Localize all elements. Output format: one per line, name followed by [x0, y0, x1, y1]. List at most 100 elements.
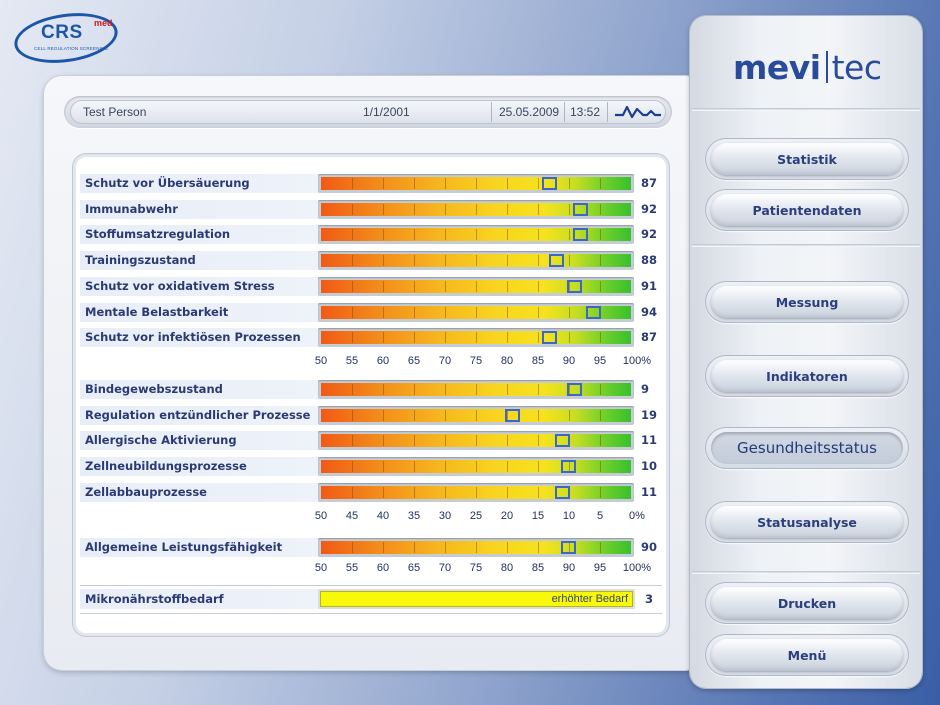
bar-tick	[383, 280, 384, 292]
indicator-marker	[561, 541, 576, 554]
bar-tick	[352, 306, 353, 318]
indicator-value: 88	[641, 253, 658, 268]
header-separator	[607, 102, 608, 122]
scale-label: 65	[407, 562, 421, 574]
patient-header: Test Person 1/1/2001 25.05.2009 13:52	[70, 100, 666, 124]
scale-label: 50	[314, 562, 328, 574]
indicator-row: Schutz vor oxidativem Stress 91	[80, 276, 662, 296]
indicator-marker	[573, 228, 589, 242]
crs-logo: CRS med CELL REGULATION SCREENING	[11, 6, 121, 70]
indicator-label: Allgemeine Leistungsfähigkeit	[85, 540, 283, 554]
scale-label: 55	[345, 562, 359, 574]
panel-divider	[692, 571, 920, 574]
bar-tick	[507, 461, 508, 473]
scale-label: 100%	[622, 355, 652, 367]
indicator-label: Zellabbauprozesse	[85, 484, 207, 499]
bar-tick	[476, 178, 477, 189]
indicator-label: Schutz vor oxidativem Stress	[85, 278, 275, 293]
bar-tick	[600, 435, 601, 447]
panel-divider	[692, 108, 920, 111]
indicator-marker	[567, 279, 583, 293]
bar-tick	[476, 306, 477, 318]
bar-tick	[569, 229, 570, 241]
bar-tick	[476, 255, 477, 267]
scale-label: 40	[376, 510, 390, 522]
bar-tick	[569, 203, 570, 215]
nav-button-patientendaten[interactable]: Patientendaten	[705, 189, 909, 231]
bar-tick	[476, 332, 477, 344]
bar-tick	[507, 384, 508, 395]
header-separator	[564, 102, 565, 122]
bar-tick	[569, 178, 570, 189]
scale-label: 15	[531, 510, 545, 522]
bar-tick	[538, 229, 539, 241]
bar-tick	[352, 435, 353, 447]
indicator-label: Regulation entzündlicher Prozesse	[85, 407, 311, 422]
indicator-marker	[505, 408, 521, 422]
indicator-value: 91	[641, 278, 658, 293]
bar-tick	[569, 332, 570, 344]
bar-tick	[476, 435, 477, 447]
nav-button-indikatoren[interactable]: Indikatoren	[705, 355, 909, 397]
nav-button-messung[interactable]: Messung	[705, 281, 909, 323]
bar-tick	[352, 384, 353, 395]
bar-tick	[538, 486, 539, 498]
divider	[80, 585, 662, 586]
indicator-label: Stoffumsatzregulation	[85, 227, 231, 242]
scale-label: 80	[500, 355, 514, 367]
micronutrient-label: Mikronährstoffbedarf	[85, 592, 224, 606]
indicator-marker	[554, 434, 570, 448]
bar-tick	[538, 409, 539, 421]
bar-tick	[600, 280, 601, 292]
bar-tick	[352, 461, 353, 473]
nav-button-gesundheitsstatus[interactable]: Gesundheitsstatus	[705, 427, 909, 469]
brand-right: tec	[831, 48, 882, 87]
nav-button-men-[interactable]: Menü	[705, 634, 909, 676]
nav-button-drucken[interactable]: Drucken	[705, 582, 909, 624]
need-bar-text: erhöhter Bedarf	[551, 593, 628, 605]
bar-tick	[383, 203, 384, 215]
bar-tick	[507, 178, 508, 189]
nav-button-label: Statusanalyse	[711, 506, 903, 538]
indicator-label: Immunabwehr	[85, 201, 178, 216]
bar-tick	[538, 461, 539, 473]
bar-tick	[352, 409, 353, 421]
measurement-time: 13:52	[570, 105, 601, 119]
scale-label: 65	[407, 355, 421, 367]
bar-tick	[476, 203, 477, 215]
logo-text: CRS	[41, 22, 83, 43]
indicator-label: Zellneubildungsprozesse	[85, 459, 247, 474]
scale-label: 85	[531, 355, 545, 367]
micronutrient-row: Mikronährstoffbedarf erhöhter Bedarf 3	[80, 589, 662, 609]
nav-button-statistik[interactable]: Statistik	[705, 138, 909, 180]
indicator-marker	[542, 331, 558, 345]
indicator-marker	[573, 202, 589, 216]
scale-label: 60	[376, 355, 390, 367]
bar-tick	[445, 542, 446, 553]
indicator-value: 11	[641, 484, 658, 499]
indicator-label: Allergische Aktivierung	[85, 433, 237, 448]
scale-label: 50	[314, 355, 328, 367]
indicator-row: Mentale Belastbarkeit 94	[80, 302, 662, 322]
scale-label: 35	[407, 510, 421, 522]
bar-tick	[445, 461, 446, 473]
scale-label: 90	[562, 355, 576, 367]
bar-tick	[352, 178, 353, 189]
bar-tick	[476, 280, 477, 292]
nav-button-statusanalyse[interactable]: Statusanalyse	[705, 501, 909, 543]
indicator-value: 87	[641, 176, 658, 190]
scale-label: 30	[438, 510, 452, 522]
scale-label: 25	[469, 510, 483, 522]
bar-tick	[538, 542, 539, 553]
indicator-row: Schutz vor Übersäuerung 87	[80, 174, 662, 193]
patient-name: Test Person	[83, 105, 147, 119]
indicator-marker	[548, 254, 564, 268]
bar-tick	[383, 461, 384, 473]
indicator-value: 92	[641, 227, 658, 242]
bar-tick	[507, 229, 508, 241]
bar-tick	[414, 229, 415, 241]
bar-tick	[600, 461, 601, 473]
bar-tick	[600, 486, 601, 498]
need-bar: erhöhter Bedarf	[320, 591, 633, 607]
bar-tick	[476, 384, 477, 395]
